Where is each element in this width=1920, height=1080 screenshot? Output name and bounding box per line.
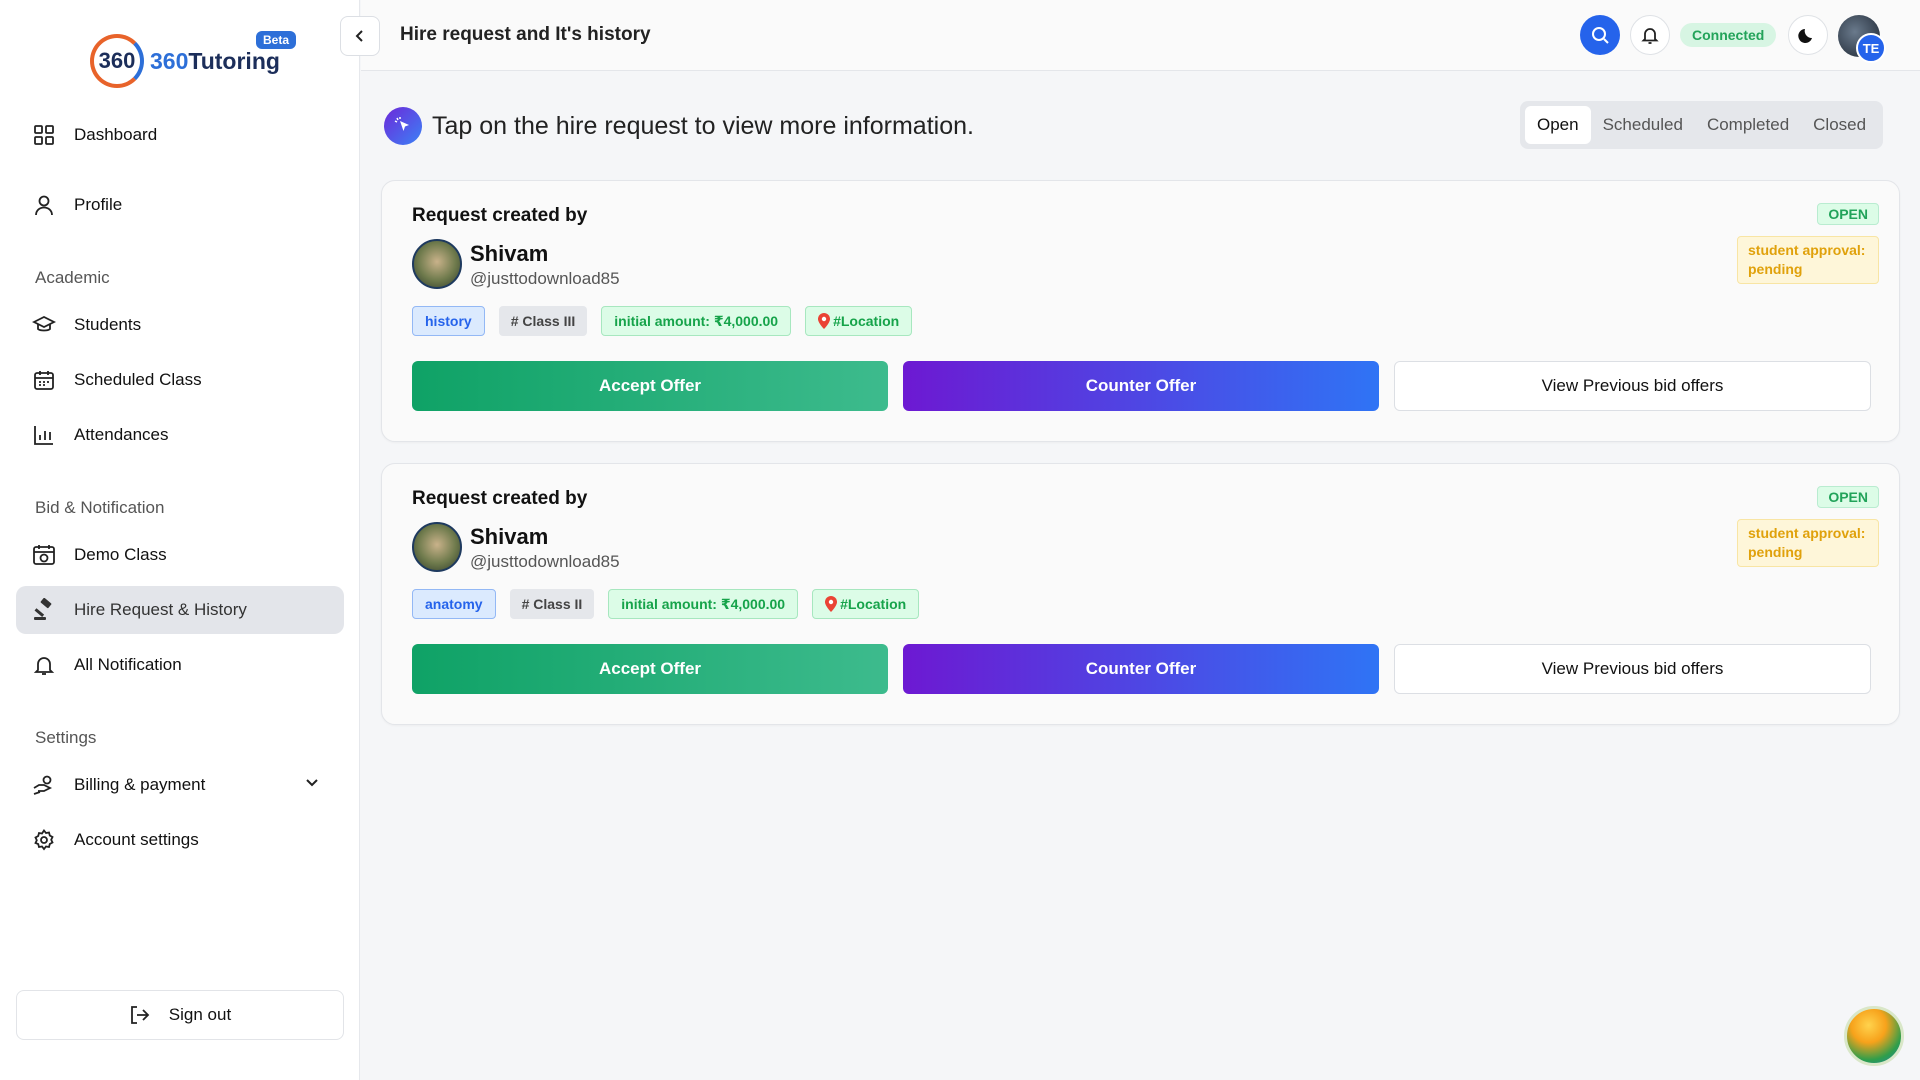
- section-label-settings: Settings: [35, 728, 97, 747]
- grid-icon: [32, 123, 56, 147]
- subject-tag: history: [412, 306, 485, 336]
- hand-coins-icon: [32, 773, 56, 797]
- gavel-icon: [32, 598, 56, 622]
- class-tag: # Class III: [498, 306, 588, 336]
- graduation-cap-icon: [32, 313, 56, 337]
- location-label: #Location: [840, 596, 907, 612]
- card-heading: Request created by: [412, 488, 588, 509]
- sidebar-item-attendances[interactable]: Attendances: [16, 411, 344, 459]
- student-username: @justtodownload85: [470, 552, 620, 571]
- hire-request-card[interactable]: Request created by Shivam @justtodownloa…: [381, 463, 1900, 725]
- user-avatar-initials[interactable]: TE: [1856, 33, 1886, 63]
- floating-theme-button[interactable]: [1844, 1006, 1904, 1066]
- tag-list: history # Class III initial amount: ₹4,0…: [412, 306, 913, 336]
- student-name: Shivam: [470, 241, 549, 266]
- sidebar-item-label: Scheduled Class: [74, 370, 202, 389]
- student-username: @justtodownload85: [470, 269, 620, 288]
- sidebar-item-hire-request-history[interactable]: Hire Request & History: [16, 586, 344, 634]
- tab-completed[interactable]: Completed: [1695, 106, 1801, 144]
- approval-badge: student approval: pending: [1737, 236, 1879, 284]
- bar-chart-icon: [32, 423, 56, 447]
- sidebar-item-dashboard[interactable]: Dashboard: [16, 111, 344, 159]
- location-label: #Location: [833, 313, 900, 329]
- page-title: Hire request and It's history: [400, 24, 651, 45]
- accept-offer-button[interactable]: Accept Offer: [412, 361, 888, 411]
- sidebar-item-label: Hire Request & History: [74, 600, 247, 619]
- sidebar-item-account-settings[interactable]: Account settings: [16, 816, 344, 864]
- sign-out-button[interactable]: Sign out: [16, 990, 344, 1040]
- brand-name-number: 360: [150, 47, 189, 74]
- calendar-play-icon: [32, 543, 56, 567]
- tab-scheduled[interactable]: Scheduled: [1591, 106, 1695, 144]
- accept-offer-button[interactable]: Accept Offer: [412, 644, 888, 694]
- chevron-left-icon: [352, 28, 368, 44]
- search-button[interactable]: [1580, 15, 1620, 55]
- logout-icon: [129, 1004, 151, 1026]
- pointer-click-icon: [384, 107, 422, 145]
- location-tag[interactable]: #Location: [812, 589, 920, 619]
- logo-mark: 360: [90, 34, 144, 88]
- amount-tag: initial amount: ₹4,000.00: [608, 589, 799, 619]
- user-icon: [32, 193, 56, 217]
- status-badge: OPEN: [1817, 486, 1879, 508]
- status-badge: OPEN: [1817, 203, 1879, 225]
- subject-tag: anatomy: [412, 589, 496, 619]
- sidebar-item-label: Dashboard: [74, 125, 158, 144]
- hint-banner: Tap on the hire request to view more inf…: [384, 107, 974, 145]
- sidebar-item-label: Billing & payment: [74, 775, 206, 794]
- counter-offer-button[interactable]: Counter Offer: [903, 361, 1379, 411]
- theme-toggle-button[interactable]: [1788, 15, 1828, 55]
- sidebar-item-label: Profile: [74, 195, 123, 214]
- bell-icon: [1640, 25, 1660, 45]
- counter-offer-button[interactable]: Counter Offer: [903, 644, 1379, 694]
- sidebar-item-label: Account settings: [74, 830, 199, 849]
- brand-name: 360Tutoring: [150, 48, 280, 75]
- search-icon: [1590, 25, 1610, 45]
- moon-icon: [1798, 25, 1818, 45]
- calendar-icon: [32, 368, 56, 392]
- sidebar-item-label: Students: [74, 315, 142, 334]
- brand-name-text: Tutoring: [188, 47, 280, 74]
- tab-open[interactable]: Open: [1525, 106, 1591, 144]
- gear-icon: [32, 828, 56, 852]
- tag-list: anatomy # Class II initial amount: ₹4,00…: [412, 589, 920, 619]
- sidebar-item-demo-class[interactable]: Demo Class: [16, 531, 344, 579]
- card-heading: Request created by: [412, 205, 588, 226]
- sign-out-label: Sign out: [168, 1005, 232, 1024]
- notifications-button[interactable]: [1630, 15, 1670, 55]
- map-pin-icon: [825, 596, 838, 612]
- student-avatar: [412, 522, 462, 572]
- sidebar-item-label: Demo Class: [74, 545, 167, 564]
- class-tag: # Class II: [509, 589, 595, 619]
- hire-request-card[interactable]: Request created by Shivam @justtodownloa…: [381, 180, 1900, 442]
- status-tabs: Open Scheduled Completed Closed: [1520, 101, 1884, 149]
- beta-badge: Beta: [256, 31, 297, 49]
- sidebar-item-billing-payment[interactable]: Billing & payment: [16, 761, 344, 809]
- approval-badge: student approval: pending: [1737, 519, 1879, 567]
- student-avatar: [412, 239, 462, 289]
- chevron-down-icon[interactable]: [302, 773, 322, 798]
- view-previous-bids-button[interactable]: View Previous bid offers: [1394, 361, 1871, 411]
- sidebar-item-label: Attendances: [74, 425, 169, 444]
- connection-status-badge: Connected: [1680, 23, 1777, 47]
- section-label-academic: Academic: [35, 268, 110, 287]
- view-previous-bids-button[interactable]: View Previous bid offers: [1394, 644, 1871, 694]
- bell-icon: [32, 653, 56, 677]
- location-tag[interactable]: #Location: [805, 306, 913, 336]
- sidebar-item-profile[interactable]: Profile: [16, 181, 344, 229]
- amount-tag: initial amount: ₹4,000.00: [601, 306, 792, 336]
- sidebar: 360 360Tutoring Beta Dashboard Profile A…: [0, 0, 360, 1080]
- sidebar-item-label: All Notification: [74, 655, 182, 674]
- sidebar-item-all-notification[interactable]: All Notification: [16, 641, 344, 689]
- section-label-bid: Bid & Notification: [35, 498, 165, 517]
- sidebar-item-scheduled-class[interactable]: Scheduled Class: [16, 356, 344, 404]
- collapse-sidebar-button[interactable]: [340, 16, 380, 56]
- hint-text: Tap on the hire request to view more inf…: [432, 111, 974, 140]
- tab-closed[interactable]: Closed: [1801, 106, 1878, 144]
- map-pin-icon: [818, 313, 831, 329]
- sidebar-item-students[interactable]: Students: [16, 301, 344, 349]
- student-name: Shivam: [470, 524, 549, 549]
- brand-logo[interactable]: 360 360Tutoring Beta: [90, 31, 297, 88]
